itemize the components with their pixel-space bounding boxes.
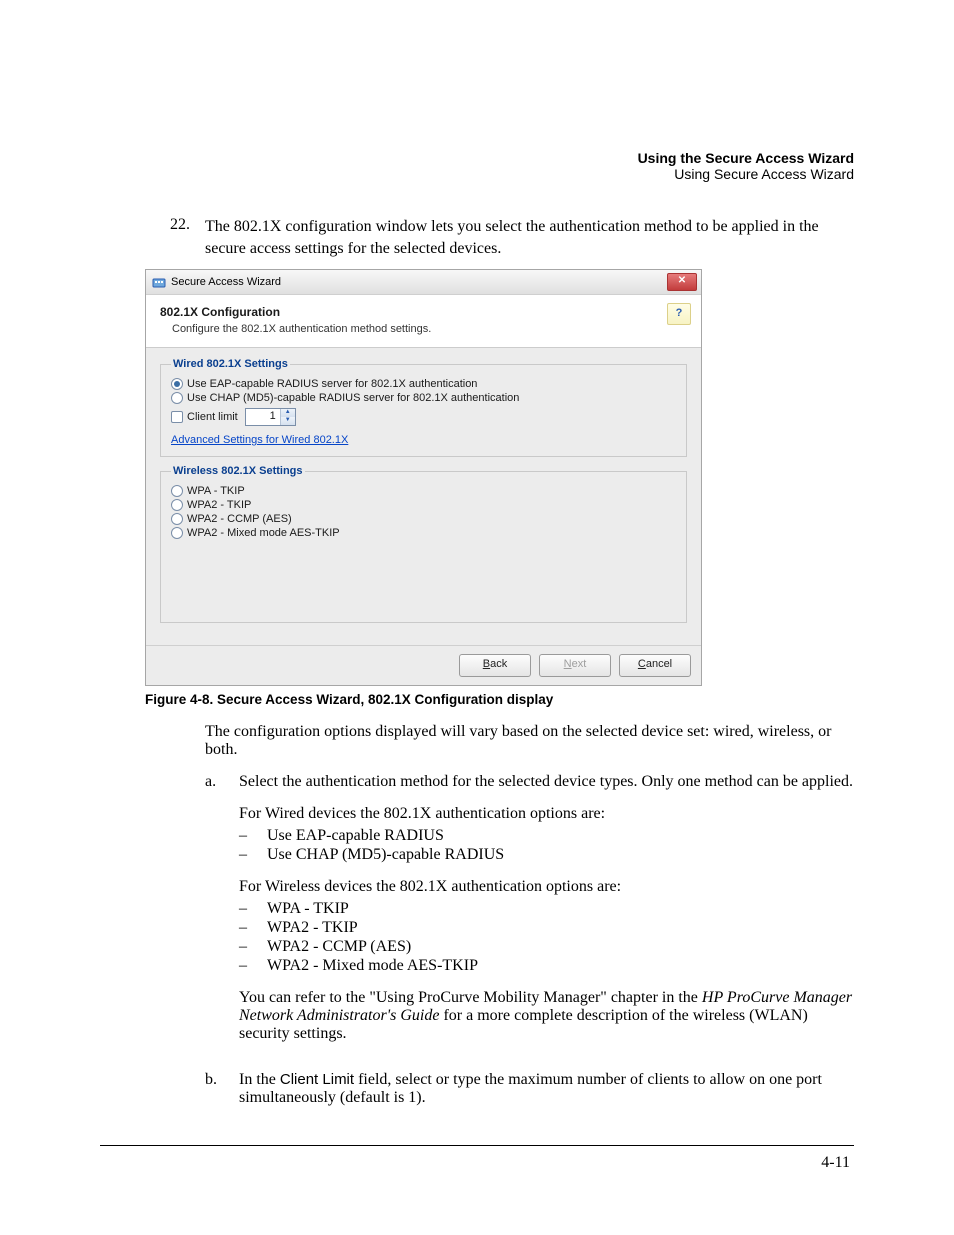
client-limit-value: 1 [246, 409, 280, 425]
wizard-button-bar: Back Next Cancel [146, 645, 701, 685]
list-item: WPA - TKIP [267, 900, 349, 918]
radio-wpa2-mixed-label: WPA2 - Mixed mode AES-TKIP [187, 527, 340, 539]
page-number: 4-11 [100, 1154, 854, 1172]
help-button[interactable]: ? [667, 303, 691, 325]
wizard-header: 802.1X Configuration Configure the 802.1… [146, 295, 701, 348]
radio-wpa-tkip-label: WPA - TKIP [187, 485, 245, 497]
list-item: Use CHAP (MD5)-capable RADIUS [267, 846, 504, 864]
wireless-legend: Wireless 802.1X Settings [171, 465, 305, 477]
step-text: The 802.1X configuration window lets you… [205, 216, 854, 259]
radio-chap-label: Use CHAP (MD5)-capable RADIUS server for… [187, 392, 519, 404]
wizard-titlebar: Secure Access Wizard ✕ [146, 270, 701, 295]
sub-b-label: b. [205, 1071, 239, 1121]
refer-paragraph: You can refer to the "Using ProCurve Mob… [239, 989, 854, 1043]
radio-wpa2-ccmp[interactable] [171, 513, 183, 525]
spinner-up-icon[interactable]: ▲ [281, 409, 295, 417]
sub-a-label: a. [205, 773, 239, 1057]
paragraph-vary: The configuration options displayed will… [205, 723, 854, 759]
wireless-intro: For Wireless devices the 802.1X authenti… [239, 878, 854, 896]
list-item: Use EAP-capable RADIUS [267, 827, 444, 845]
figure-caption: Figure 4-8. Secure Access Wizard, 802.1X… [145, 692, 854, 707]
wired-settings-group: Wired 802.1X Settings Use EAP-capable RA… [160, 358, 687, 457]
sub-a-lead: Select the authentication method for the… [239, 773, 854, 791]
wizard-title: Secure Access Wizard [171, 276, 281, 288]
wireless-settings-group: Wireless 802.1X Settings WPA - TKIP WPA2… [160, 465, 687, 623]
header-bold: Using the Secure Access Wizard [100, 150, 854, 166]
wizard-header-title: 802.1X Configuration [160, 305, 687, 319]
client-limit-spinner[interactable]: 1 ▲▼ [245, 408, 296, 426]
sub-b-text: In the Client Limit field, select or typ… [239, 1071, 854, 1107]
radio-eap-label: Use EAP-capable RADIUS server for 802.1X… [187, 378, 477, 390]
list-item: WPA2 - CCMP (AES) [267, 938, 411, 956]
close-button[interactable]: ✕ [667, 273, 697, 291]
radio-wpa2-tkip-label: WPA2 - TKIP [187, 499, 251, 511]
radio-wpa2-mixed[interactable] [171, 527, 183, 539]
radio-wpa-tkip[interactable] [171, 485, 183, 497]
page-header: Using the Secure Access Wizard Using Sec… [100, 150, 854, 182]
header-reg: Using Secure Access Wizard [100, 166, 854, 182]
client-limit-checkbox[interactable] [171, 411, 183, 423]
wired-legend: Wired 802.1X Settings [171, 358, 290, 370]
list-item: WPA2 - Mixed mode AES-TKIP [267, 957, 478, 975]
wired-options-list: –Use EAP-capable RADIUS –Use CHAP (MD5)-… [239, 827, 854, 864]
app-icon [152, 275, 166, 289]
spinner-down-icon[interactable]: ▼ [281, 417, 295, 425]
client-limit-label: Client limit [187, 411, 238, 423]
radio-chap[interactable] [171, 392, 183, 404]
next-button[interactable]: Next [539, 654, 611, 677]
list-item: WPA2 - TKIP [267, 919, 358, 937]
step-number: 22. [170, 216, 205, 259]
cancel-button[interactable]: Cancel [619, 654, 691, 677]
wired-intro: For Wired devices the 802.1X authenticat… [239, 805, 854, 823]
radio-wpa2-ccmp-label: WPA2 - CCMP (AES) [187, 513, 292, 525]
wireless-options-list: –WPA - TKIP –WPA2 - TKIP –WPA2 - CCMP (A… [239, 900, 854, 975]
radio-eap[interactable] [171, 378, 183, 390]
wizard-header-subtitle: Configure the 802.1X authentication meth… [172, 323, 687, 335]
footer-rule [100, 1145, 854, 1146]
radio-wpa2-tkip[interactable] [171, 499, 183, 511]
wizard-dialog: Secure Access Wizard ✕ 802.1X Configurat… [145, 269, 702, 686]
back-button[interactable]: Back [459, 654, 531, 677]
advanced-settings-link[interactable]: Advanced Settings for Wired 802.1X [171, 434, 348, 446]
